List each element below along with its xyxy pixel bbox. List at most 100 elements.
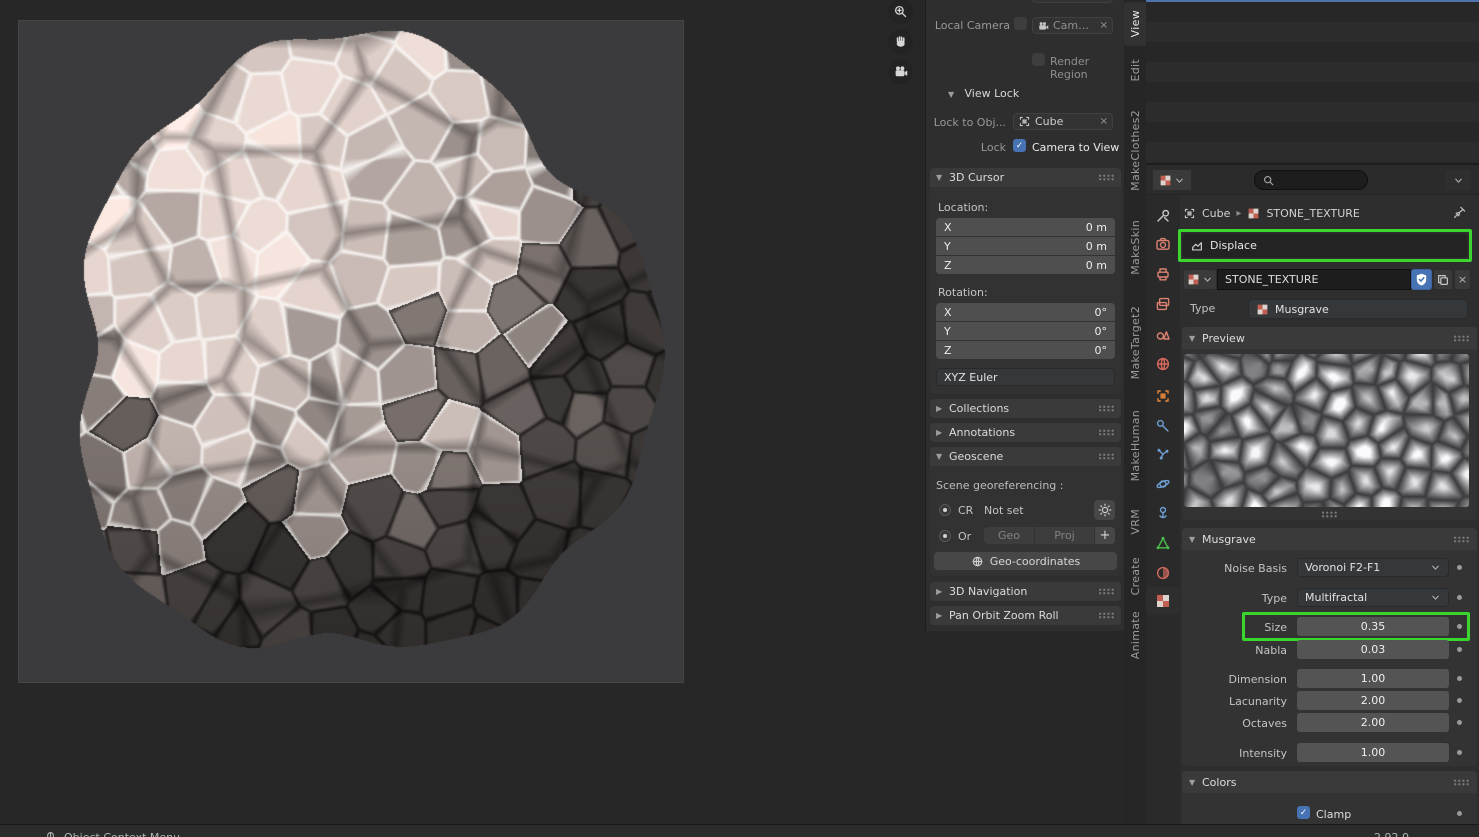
- properties-tab-texture-active[interactable]: [1146, 587, 1180, 614]
- properties-tab-output[interactable]: [1146, 260, 1180, 287]
- outliner-row[interactable]: [1146, 22, 1479, 42]
- cursor-rotRows-z-field[interactable]: Z0°: [936, 341, 1115, 359]
- animate-decorator-dot[interactable]: [1457, 565, 1462, 570]
- musgrave-nabla-number[interactable]: 0.03: [1297, 640, 1449, 659]
- panel-drag-grip[interactable]: [1098, 588, 1115, 595]
- outliner-row[interactable]: [1146, 62, 1479, 82]
- annotations-panel-header[interactable]: ▶ Annotations: [930, 423, 1121, 442]
- unlink-datablock-button[interactable]: ×: [1454, 269, 1471, 290]
- sidebar-tab-view[interactable]: View: [1124, 2, 1146, 46]
- panel-drag-grip[interactable]: [1098, 429, 1115, 436]
- geo-coordinates-button[interactable]: Geo-coordinates: [934, 552, 1117, 570]
- rotation-mode-dropdown[interactable]: XYZ Euler: [936, 368, 1115, 386]
- panel-drag-grip[interactable]: [1098, 174, 1115, 181]
- panel-drag-grip[interactable]: [1098, 405, 1115, 412]
- animate-decorator-dot[interactable]: [1457, 698, 1462, 703]
- animate-decorator-dot[interactable]: [1457, 750, 1462, 755]
- clamp-checkbox[interactable]: ✓: [1297, 806, 1310, 819]
- clear-icon[interactable]: ×: [1100, 116, 1108, 127]
- musgrave-panel-header[interactable]: ▼ Musgrave: [1182, 528, 1477, 550]
- pan-gizmo-button[interactable]: [888, 29, 913, 54]
- render-region-checkbox[interactable]: [1032, 53, 1045, 66]
- animate-decorator-dot[interactable]: [1457, 647, 1462, 652]
- panel-drag-grip[interactable]: [1453, 779, 1470, 786]
- panel-drag-grip[interactable]: [1098, 453, 1115, 460]
- lock-object-field[interactable]: Cube ×: [1013, 113, 1113, 130]
- cursor-locRows-y-field[interactable]: Y0 m: [936, 237, 1115, 255]
- outliner-row[interactable]: [1146, 42, 1479, 62]
- filter-dropdown-button[interactable]: [1445, 169, 1472, 191]
- sidebar-tab-makeclothes2[interactable]: MakeClothes2: [1124, 96, 1146, 204]
- texture-type-dropdown[interactable]: Musgrave: [1248, 299, 1468, 319]
- outliner-row[interactable]: [1146, 142, 1479, 162]
- texture-name-field[interactable]: STONE_TEXTURE: [1217, 269, 1411, 290]
- cr-radio[interactable]: [939, 504, 951, 516]
- panel-drag-grip[interactable]: [1098, 612, 1115, 619]
- texture-browse-button[interactable]: [1183, 269, 1217, 290]
- cursor-panel-header[interactable]: ▼ 3D Cursor: [930, 168, 1121, 187]
- preview-resize-grip[interactable]: [1321, 511, 1338, 518]
- geo-button[interactable]: Geo: [984, 527, 1034, 544]
- animate-decorator-dot[interactable]: [1457, 595, 1462, 600]
- properties-tab-particles[interactable]: [1146, 440, 1180, 467]
- camera-view-frame[interactable]: [18, 20, 684, 683]
- properties-tab-constraints[interactable]: [1146, 499, 1180, 526]
- musgrave-dimension-number[interactable]: 1.00: [1297, 669, 1449, 688]
- sidebar-tab-maketarget2[interactable]: MakeTarget2: [1124, 290, 1146, 396]
- outliner[interactable]: [1146, 0, 1479, 165]
- sidebar-tab-makehuman[interactable]: MakeHuman: [1124, 399, 1146, 493]
- animate-decorator-dot[interactable]: [1457, 676, 1462, 681]
- properties-tab-physics[interactable]: [1146, 470, 1180, 497]
- properties-tab-world[interactable]: [1146, 350, 1180, 377]
- camera-view-gizmo-button[interactable]: [888, 59, 913, 84]
- local-camera-checkbox[interactable]: [1014, 17, 1027, 30]
- fake-user-shield-button[interactable]: [1411, 269, 1432, 290]
- outliner-row[interactable]: [1146, 82, 1479, 102]
- properties-tab-render[interactable]: [1146, 230, 1180, 257]
- cursor-rotRows-y-field[interactable]: Y0°: [936, 322, 1115, 340]
- breadcrumb-texture[interactable]: STONE_TEXTURE: [1266, 207, 1359, 220]
- sidebar-tab-edit[interactable]: Edit: [1124, 48, 1146, 93]
- musgrave-lacunarity-number[interactable]: 2.00: [1297, 691, 1449, 710]
- musgrave-type-dropdown[interactable]: Multifractal: [1297, 588, 1449, 607]
- outliner-row[interactable]: [1146, 2, 1479, 22]
- texture-slot-dropdown[interactable]: Displace: [1182, 233, 1468, 258]
- animate-decorator-dot[interactable]: [1457, 624, 1462, 629]
- clear-icon[interactable]: ×: [1100, 20, 1108, 31]
- animate-decorator-dot[interactable]: [1457, 811, 1462, 816]
- view-lock-header[interactable]: ▼ View Lock: [948, 87, 1019, 100]
- panel-drag-grip[interactable]: [1453, 536, 1470, 543]
- pan-orbit-panel-header[interactable]: ▶ Pan Orbit Zoom Roll: [930, 606, 1121, 625]
- sidebar-tab-makeskin[interactable]: MakeSkin: [1124, 207, 1146, 287]
- geoscene-panel-header[interactable]: ▼ Geoscene: [930, 447, 1121, 466]
- or-radio[interactable]: [939, 530, 951, 542]
- properties-tab-tool[interactable]: [1146, 202, 1180, 229]
- musgrave-octaves-number[interactable]: 2.00: [1297, 713, 1449, 732]
- properties-tab-scene[interactable]: [1146, 320, 1180, 347]
- pin-icon[interactable]: [1452, 205, 1467, 220]
- sidebar-tab-create[interactable]: Create: [1124, 549, 1146, 603]
- properties-tab-material[interactable]: [1146, 559, 1180, 586]
- musgrave-size-number[interactable]: 0.35: [1297, 617, 1449, 636]
- add-button[interactable]: +: [1095, 527, 1115, 544]
- colors-panel-header[interactable]: ▼ Colors: [1182, 771, 1477, 793]
- musgrave-noise-basis-dropdown[interactable]: Voronoi F2-F1: [1297, 558, 1449, 577]
- sidebar-tab-vrm[interactable]: VRM: [1124, 497, 1146, 546]
- panel-drag-grip[interactable]: [1453, 335, 1470, 342]
- camera-to-view-checkbox[interactable]: ✓: [1013, 139, 1026, 152]
- properties-tab-modifiers[interactable]: [1146, 412, 1180, 439]
- nav-panel-header[interactable]: ▶ 3D Navigation: [930, 582, 1121, 601]
- search-input[interactable]: [1254, 170, 1368, 190]
- proj-button[interactable]: Proj: [1035, 527, 1094, 544]
- sidebar-tab-animate[interactable]: Animate: [1124, 606, 1146, 664]
- preview-panel-header[interactable]: ▼ Preview: [1182, 327, 1477, 349]
- properties-tab-view-layer[interactable]: [1146, 290, 1180, 317]
- cursor-locRows-z-field[interactable]: Z0 m: [936, 256, 1115, 274]
- local-camera-field[interactable]: Came... ×: [1032, 17, 1113, 34]
- outliner-row[interactable]: [1146, 122, 1479, 142]
- musgrave-intensity-number[interactable]: 1.00: [1297, 743, 1449, 762]
- cr-settings-button[interactable]: [1094, 500, 1115, 520]
- breadcrumb-object[interactable]: Cube: [1202, 207, 1230, 220]
- zoom-gizmo-button[interactable]: [888, 0, 913, 24]
- editor-type-button[interactable]: [1152, 169, 1192, 191]
